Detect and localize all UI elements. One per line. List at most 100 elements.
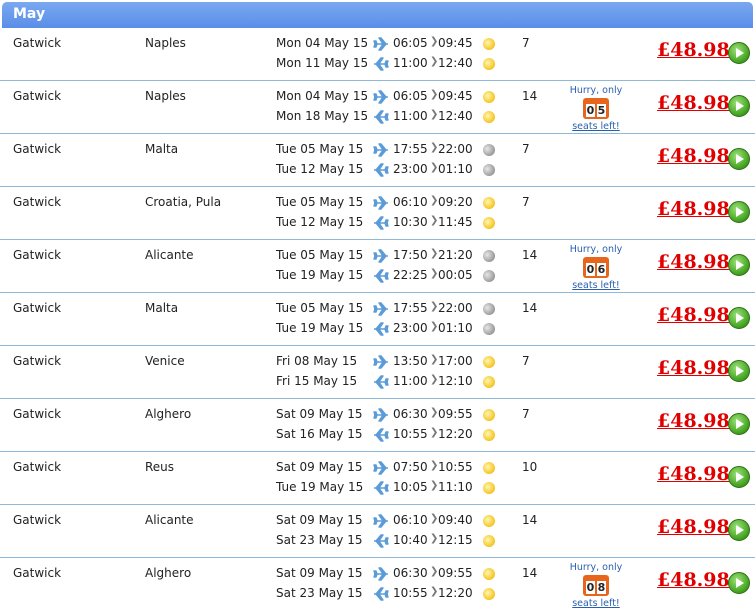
price-link[interactable]: £48.98: [657, 304, 730, 326]
play-circle-icon[interactable]: [728, 42, 750, 64]
departure-time: 22:25: [393, 268, 428, 282]
play-circle-icon[interactable]: [728, 95, 750, 117]
sun-icon: [483, 217, 495, 229]
plane-left-icon: [373, 269, 389, 283]
play-circle-icon[interactable]: [728, 360, 750, 382]
moon-icon: [483, 323, 495, 335]
departure-time: 06:05: [393, 36, 428, 50]
plane-right-icon: [373, 90, 389, 104]
destination: Alicante: [145, 248, 194, 262]
plane-right-icon: [373, 249, 389, 263]
price-link[interactable]: £48.98: [657, 569, 730, 591]
departure-time: 17:55: [393, 301, 428, 315]
departure-time: 06:30: [393, 566, 428, 580]
flight-date: Fri 08 May 15: [276, 354, 358, 368]
play-circle-icon[interactable]: [728, 307, 750, 329]
moon-icon: [483, 250, 495, 262]
play-circle-icon[interactable]: [728, 519, 750, 541]
hurry-text: Hurry, only: [569, 244, 623, 255]
destination: Reus: [145, 460, 175, 474]
sun-icon: [483, 462, 495, 474]
price-link[interactable]: £48.98: [657, 463, 730, 485]
seats-digit: 8: [597, 581, 606, 594]
departure-time: 10:55: [393, 427, 428, 441]
arrival-time: 12:40: [438, 56, 473, 70]
plane-left-icon: [373, 110, 389, 124]
price-link[interactable]: £48.98: [657, 39, 730, 61]
destination: Alghero: [145, 407, 192, 421]
flight-date: Mon 11 May 15: [276, 56, 369, 70]
plane-right-icon: [373, 302, 389, 316]
arrival-time: 12:10: [438, 374, 473, 388]
flight-row: Gatwick Naples Mon 04 May 15 06:05 ❯ 09:45 Mon…: [0, 81, 755, 134]
plane-right-icon: [373, 355, 389, 369]
departure-time: 13:50: [393, 354, 428, 368]
plane-right-icon: [373, 461, 389, 475]
flight-date: Mon 18 May 15: [276, 109, 369, 123]
price-link[interactable]: £48.98: [657, 410, 730, 432]
departure-time: 10:30: [393, 215, 428, 229]
destination: Naples: [145, 36, 186, 50]
seats-left-badge: 06: [583, 257, 609, 278]
departure-time: 06:30: [393, 407, 428, 421]
departure-airport: Gatwick: [13, 89, 62, 103]
nights-count: 7: [522, 195, 530, 209]
sun-icon: [483, 409, 495, 421]
departure-airport: Gatwick: [13, 566, 62, 580]
seats-digit: 0: [586, 104, 595, 117]
plane-left-icon: [373, 216, 389, 230]
flight-date: Tue 05 May 15: [276, 142, 364, 156]
play-circle-icon[interactable]: [728, 201, 750, 223]
plane-left-icon: [373, 322, 389, 336]
flight-row: Gatwick Croatia, Pula Tue 05 May 15 06:10 ❯ 0…: [0, 187, 755, 240]
plane-left-icon: [373, 587, 389, 601]
flight-date: Mon 04 May 15: [276, 36, 369, 50]
plane-left-icon: [373, 428, 389, 442]
nights-count: 14: [522, 513, 538, 527]
arrival-time: 01:10: [438, 321, 473, 335]
play-circle-icon[interactable]: [728, 572, 750, 594]
plane-right-icon: [373, 408, 389, 422]
nights-count: 14: [522, 248, 538, 262]
flight-row: Gatwick Malta Tue 05 May 15 17:55 ❯ 22:00 Tue …: [0, 293, 755, 346]
nights-count: 7: [522, 407, 530, 421]
price-link[interactable]: £48.98: [657, 516, 730, 538]
flight-date: Sat 09 May 15: [276, 460, 363, 474]
departure-time: 10:55: [393, 586, 428, 600]
price-link[interactable]: £48.98: [657, 198, 730, 220]
play-circle-icon[interactable]: [728, 413, 750, 435]
flight-row: Gatwick Venice Fri 08 May 15 13:50 ❯ 17:00 Fri…: [0, 346, 755, 399]
flight-row: Gatwick Alicante Tue 05 May 15 17:50 ❯ 21:20 T…: [0, 240, 755, 293]
flight-date: Sat 09 May 15: [276, 513, 363, 527]
play-circle-icon[interactable]: [728, 148, 750, 170]
play-circle-icon[interactable]: [728, 254, 750, 276]
plane-right-icon: [373, 196, 389, 210]
seats-left-notice[interactable]: Hurry, only 0 8 seats left!: [566, 562, 626, 609]
price-link[interactable]: £48.98: [657, 92, 730, 114]
plane-right-icon: [373, 143, 389, 157]
arrival-time: 01:10: [438, 162, 473, 176]
departure-time: 10:40: [393, 533, 428, 547]
flight-date: Sat 23 May 15: [276, 586, 363, 600]
departure-time: 06:10: [393, 195, 428, 209]
departure-airport: Gatwick: [13, 460, 62, 474]
sun-icon: [483, 568, 495, 580]
nights-count: 7: [522, 36, 530, 50]
price-link[interactable]: £48.98: [657, 145, 730, 167]
price-link[interactable]: £48.98: [657, 357, 730, 379]
hurry-text: Hurry, only: [569, 85, 623, 96]
departure-airport: Gatwick: [13, 195, 62, 209]
seats-left-notice[interactable]: Hurry, only 0 6 seats left!: [566, 244, 626, 291]
arrival-time: 09:40: [438, 513, 473, 527]
price-link[interactable]: £48.98: [657, 251, 730, 273]
flight-date: Tue 12 May 15: [276, 215, 364, 229]
plane-left-icon: [373, 534, 389, 548]
arrival-time: 09:20: [438, 195, 473, 209]
arrival-time: 12:20: [438, 427, 473, 441]
play-circle-icon[interactable]: [728, 466, 750, 488]
flight-date: Tue 12 May 15: [276, 162, 364, 176]
sun-icon: [483, 91, 495, 103]
seats-left-notice[interactable]: Hurry, only 0 5 seats left!: [566, 85, 626, 132]
flight-row: Gatwick Alghero Sat 09 May 15 06:30 ❯ 09:55 Sa…: [0, 399, 755, 452]
month-header: May: [2, 2, 753, 28]
